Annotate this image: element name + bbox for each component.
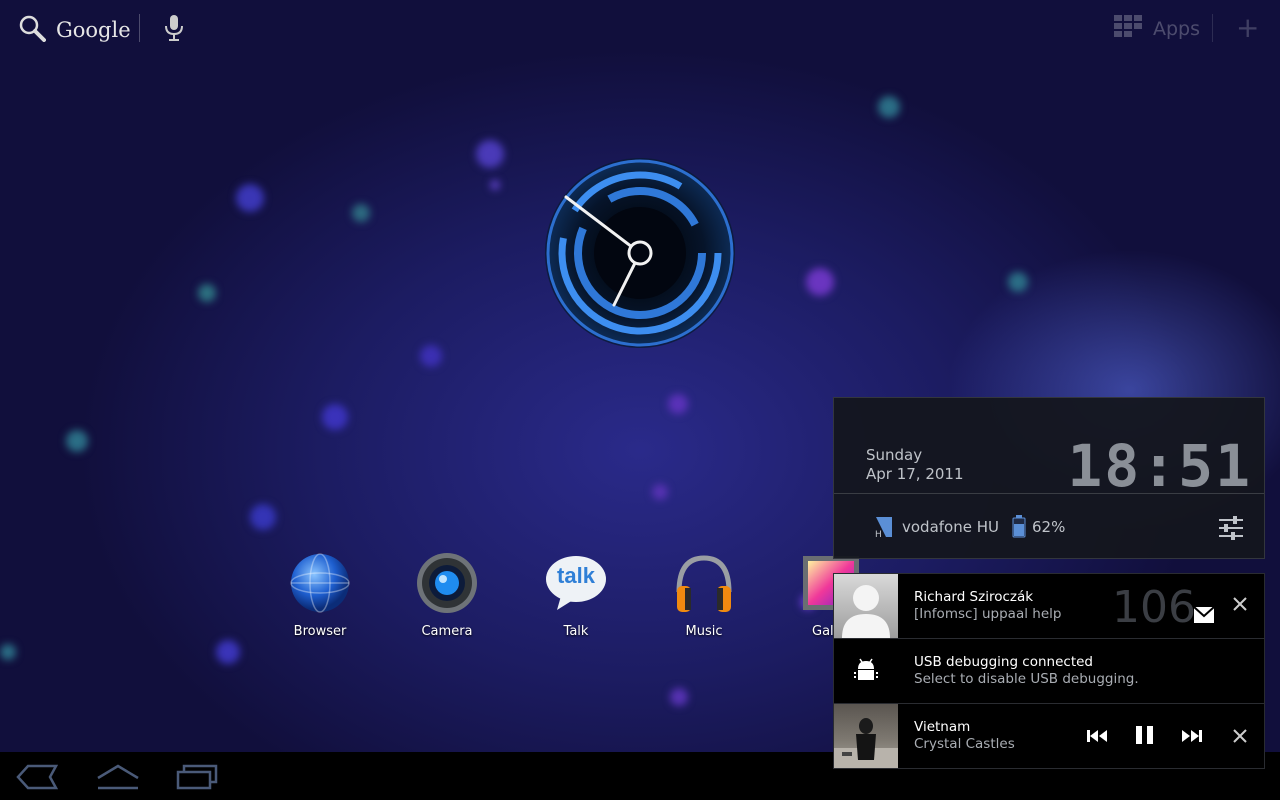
camera-icon (416, 552, 478, 614)
notification-title: USB debugging connected (914, 654, 1094, 670)
usb-debugging-notification[interactable]: USB debugging connected Select to disabl… (833, 638, 1265, 704)
search-icon (18, 14, 46, 46)
home-icon (96, 764, 140, 794)
talk-icon-text: talk (557, 563, 595, 588)
signal-icon: H (874, 515, 894, 543)
status-header[interactable]: Sunday Apr 17, 2011 18:51 H vodafone HU … (833, 397, 1265, 559)
apps-button[interactable]: Apps (1113, 14, 1200, 43)
back-arrow-icon (16, 764, 59, 794)
google-search-button[interactable]: Google (18, 14, 131, 46)
battery-percent: 62% (1032, 518, 1066, 536)
header-divider (834, 493, 1264, 494)
camera-shortcut[interactable]: Camera (402, 552, 492, 639)
talk-label: Talk (563, 624, 589, 639)
globe-icon (289, 552, 351, 614)
home-button[interactable] (96, 764, 140, 794)
music-notification[interactable]: Vietnam Crystal Castles (833, 703, 1265, 769)
date-label: Apr 17, 2011 (866, 465, 964, 483)
battery-icon (1012, 514, 1026, 542)
svg-text:H: H (875, 530, 882, 539)
back-button[interactable] (16, 764, 59, 794)
gmail-notification[interactable]: Richard Sziroczák [Infomsc] uppaal help … (833, 573, 1265, 639)
unread-count: 106 (1112, 582, 1196, 633)
next-track-icon[interactable] (1181, 728, 1203, 748)
day-label: Sunday (866, 446, 923, 464)
previous-track-icon[interactable] (1086, 728, 1108, 748)
apps-label: Apps (1153, 17, 1201, 40)
carrier-label: vodafone HU (902, 518, 999, 536)
recent-apps-button[interactable] (176, 764, 218, 794)
close-icon[interactable] (1232, 728, 1248, 744)
browser-label: Browser (293, 624, 347, 639)
track-artist: Crystal Castles (914, 736, 1015, 752)
android-debug-icon (834, 639, 898, 703)
notification-title: Richard Sziroczák (914, 589, 1034, 605)
contact-avatar (834, 574, 898, 638)
recent-apps-icon (176, 764, 218, 794)
browser-shortcut[interactable]: Browser (275, 552, 365, 639)
notification-subtitle: [Infomsc] uppaal help (914, 606, 1062, 622)
time-label: 18:51 (1067, 432, 1252, 500)
camera-label: Camera (421, 624, 473, 639)
notification-subtitle: Select to disable USB debugging. (914, 671, 1139, 687)
analog-clock-widget[interactable] (542, 155, 738, 351)
talk-bubble-icon: talk (545, 552, 607, 614)
gmail-icon (1193, 606, 1215, 628)
plus-icon: + (1236, 11, 1260, 44)
settings-sliders-icon[interactable] (1218, 515, 1244, 545)
microphone-icon (163, 15, 185, 46)
music-label: Music (685, 624, 723, 639)
pause-icon[interactable] (1134, 725, 1156, 749)
search-label: Google (56, 18, 131, 42)
notification-panel: Sunday Apr 17, 2011 18:51 H vodafone HU … (833, 397, 1265, 769)
apps-divider (1212, 14, 1213, 42)
music-shortcut[interactable]: Music (659, 552, 749, 639)
track-title: Vietnam (914, 719, 971, 735)
add-widget-button[interactable]: + (1236, 14, 1259, 42)
search-divider (139, 14, 140, 42)
album-art (834, 704, 898, 768)
talk-shortcut[interactable]: talk Talk (531, 552, 621, 639)
close-icon[interactable] (1232, 596, 1248, 612)
apps-grid-icon (1113, 14, 1145, 43)
headphones-icon (673, 552, 735, 614)
voice-search-button[interactable] (163, 14, 185, 46)
